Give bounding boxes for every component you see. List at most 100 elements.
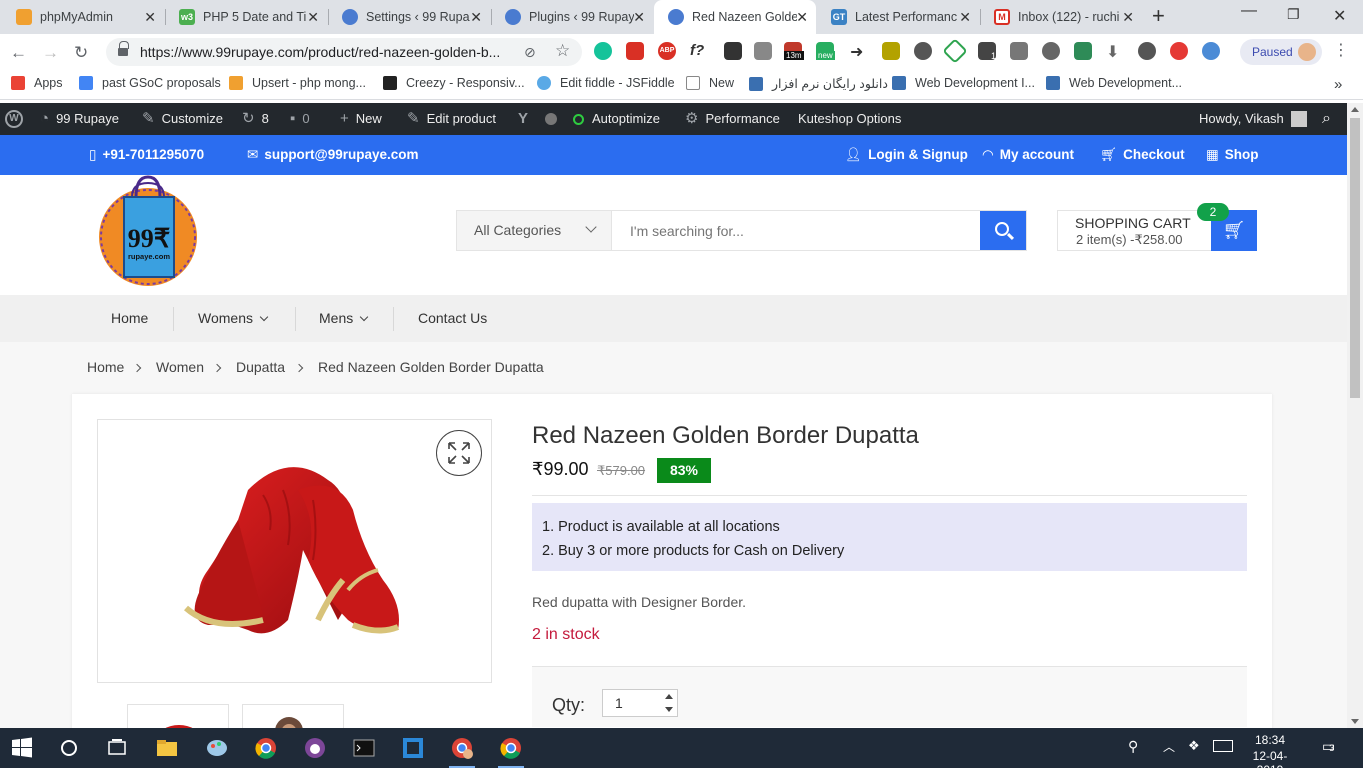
shop-link[interactable]: ▦ Shop [1206, 135, 1259, 175]
windows-start-icon[interactable] [10, 736, 34, 760]
bookmark-webdev-1[interactable]: Web Development I... [892, 76, 1035, 90]
product-image[interactable] [97, 419, 492, 683]
bookmark-webdev-2[interactable]: Web Development... [1046, 76, 1182, 90]
wp-updates[interactable]: ↻ 8 [242, 103, 269, 135]
checkout-link[interactable]: 🛒︎ Checkout [1100, 135, 1185, 175]
decrement-icon[interactable] [665, 707, 673, 712]
ext-icon[interactable] [1042, 42, 1060, 60]
chrome-profile-icon[interactable] [450, 736, 474, 760]
forward-icon[interactable]: → [42, 43, 59, 63]
download-icon[interactable]: ⬇ [1106, 42, 1124, 61]
close-icon[interactable]: ✕ [796, 9, 808, 26]
bookmark-apps[interactable]: Apps [11, 76, 63, 90]
notification-icon[interactable]: ▭3 [1322, 738, 1335, 755]
new-tab-button[interactable]: + [1152, 3, 1165, 29]
close-window-button[interactable]: ✕ [1333, 6, 1346, 26]
ext-icon[interactable] [942, 38, 968, 64]
wordpress-icon[interactable]: W [5, 103, 25, 135]
scroll-up-icon[interactable] [1351, 107, 1359, 112]
wp-user[interactable]: Howdy, Vikash [1199, 103, 1307, 135]
search-input[interactable] [612, 211, 980, 250]
ext-icon[interactable] [1202, 42, 1220, 60]
bookmark-gsoc[interactable]: past GSoC proposals [79, 76, 221, 90]
dropbox-icon[interactable]: ❖ [1188, 738, 1200, 754]
wp-performance[interactable]: ⚙ Performance [685, 103, 780, 135]
increment-icon[interactable] [665, 694, 673, 699]
editor-icon[interactable] [401, 736, 425, 760]
menu-home[interactable]: Home [111, 295, 148, 342]
seo-status-icon[interactable] [545, 103, 557, 135]
star-icon[interactable]: ☆ [555, 41, 570, 61]
search-button[interactable] [980, 211, 1026, 250]
timer-icon[interactable]: 13m [784, 42, 804, 60]
zoom-button[interactable] [436, 430, 482, 476]
cortana-icon[interactable] [57, 736, 81, 760]
bookmark-upsert[interactable]: Upsert - php mong... [229, 76, 366, 90]
tab-phpmyadmin[interactable]: phpMyAdmin ✕ [2, 0, 164, 34]
chevron-up-icon[interactable]: ︿ [1163, 738, 1175, 755]
task-view-icon[interactable] [105, 736, 129, 760]
terminal-icon[interactable] [352, 736, 376, 760]
back-icon[interactable]: ← [10, 43, 27, 63]
menu-mens[interactable]: Mens [319, 295, 369, 342]
ext-icon[interactable] [914, 42, 932, 60]
share-icon[interactable]: ➜ [850, 42, 868, 61]
adblock-icon[interactable]: ABP [658, 42, 676, 60]
paint-icon[interactable] [205, 736, 229, 760]
file-explorer-icon[interactable] [155, 736, 179, 760]
menu-womens[interactable]: Womens [198, 295, 269, 342]
wp-new[interactable]: + New [340, 103, 382, 135]
close-icon[interactable]: ✕ [959, 9, 971, 26]
close-icon[interactable]: ✕ [633, 9, 645, 26]
wp-customize[interactable]: ✎ Customize [142, 103, 223, 135]
camera-icon[interactable] [754, 42, 772, 60]
more-bookmarks-icon[interactable]: » [1334, 76, 1342, 93]
bookmark-creezy[interactable]: Creezy - Responsiv... [383, 76, 525, 90]
search-icon[interactable]: ⌕ [1322, 103, 1331, 135]
ext-icon[interactable] [1074, 42, 1092, 60]
pen-icon[interactable] [724, 42, 742, 60]
url-field[interactable]: https://www.99rupaye.com/product/red-naz… [106, 38, 582, 66]
bookmark-persian[interactable]: دانلود رایگان نرم افزار [749, 76, 888, 91]
tab-plugins[interactable]: Plugins ‹ 99 Rupay ✕ [491, 0, 653, 34]
wp-comments[interactable]: ▪ 0 [290, 103, 310, 135]
close-icon[interactable]: ✕ [470, 9, 482, 26]
site-logo[interactable]: 99₹ rupaye.com [98, 175, 198, 287]
ext-icon[interactable] [882, 42, 900, 60]
quantity-stepper[interactable]: 1 [602, 689, 678, 717]
camera-blocked-icon[interactable]: ⊘ [524, 44, 536, 61]
yoast-icon[interactable]: Y [518, 103, 535, 135]
close-icon[interactable]: ✕ [307, 9, 319, 26]
reload-icon[interactable]: ↻ [74, 43, 88, 63]
close-icon[interactable]: ✕ [1122, 9, 1134, 26]
menu-icon[interactable]: ⋮ [1333, 40, 1349, 60]
bookmark-new[interactable]: New [686, 76, 734, 90]
wp-kuteshop[interactable]: Kuteshop Options [798, 103, 901, 135]
keyboard-icon[interactable] [1213, 740, 1233, 752]
ext-icon[interactable] [1010, 42, 1028, 60]
wp-edit-product[interactable]: ✎ Edit product [407, 103, 496, 135]
tor-icon[interactable] [303, 736, 327, 760]
wp-autoptimize[interactable]: Autoptimize [573, 103, 660, 135]
profile-button[interactable]: Paused [1240, 39, 1322, 65]
mini-cart[interactable]: SHOPPING CART 2 item(s) -₹258.00 🛒︎ 2 [1057, 203, 1257, 251]
breadcrumb-home[interactable]: Home [87, 359, 124, 375]
chrome-icon[interactable] [254, 736, 278, 760]
bookmark-jsfiddle[interactable]: Edit fiddle - JSFiddle [537, 76, 675, 90]
scroll-down-icon[interactable] [1351, 719, 1359, 724]
minimize-button[interactable]: — [1241, 2, 1257, 20]
phone-link[interactable]: ▯ +91-7011295070 [89, 135, 204, 175]
tab-product-active[interactable]: Red Nazeen Golde ✕ [654, 0, 816, 34]
chrome-icon[interactable] [499, 736, 523, 760]
email-link[interactable]: ✉ support@99rupaye.com [247, 135, 419, 175]
menu-contact[interactable]: Contact Us [418, 295, 487, 342]
ext-icon[interactable] [1170, 42, 1188, 60]
tab-settings[interactable]: Settings ‹ 99 Rupa ✕ [328, 0, 490, 34]
ext-icon[interactable]: 1 [978, 42, 996, 61]
tab-php-date[interactable]: w3 PHP 5 Date and Ti ✕ [165, 0, 327, 34]
restore-button[interactable]: ❐ [1287, 6, 1300, 23]
ext-icon[interactable] [626, 42, 644, 60]
ext-icon[interactable] [1138, 42, 1156, 60]
new-ext-icon[interactable]: new [816, 42, 835, 60]
page-scrollbar[interactable] [1347, 103, 1363, 728]
